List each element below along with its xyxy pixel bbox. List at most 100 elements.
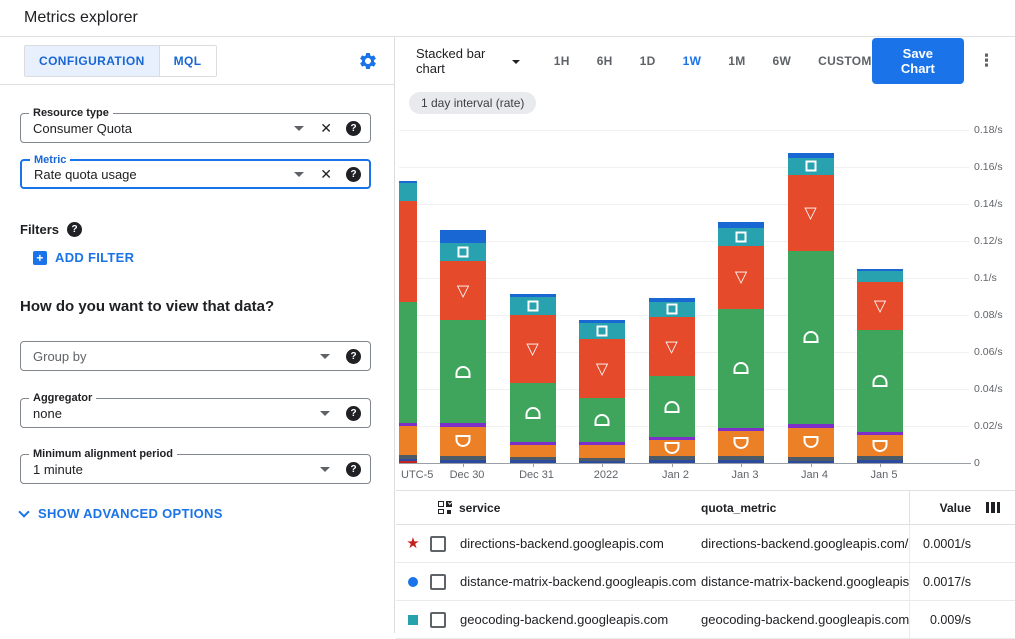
- table-row[interactable]: geocoding-backend.googleapis.comgeocodin…: [396, 601, 1015, 639]
- value-cell: 0.0017/s: [909, 563, 1015, 600]
- help-icon[interactable]: ?: [346, 349, 361, 364]
- x-tick-mark: [672, 463, 673, 467]
- toggle-all-series-icon[interactable]: [438, 501, 452, 515]
- chart-type-dropdown[interactable]: Stacked bar chart: [416, 46, 520, 76]
- bar-segment-slate: [579, 458, 625, 461]
- timezone-label: UTC-5: [401, 469, 433, 481]
- time-range-6w[interactable]: 6W: [773, 54, 792, 68]
- gear-icon[interactable]: [358, 51, 378, 71]
- stacked-bar-jan-2[interactable]: ▽: [649, 298, 695, 463]
- x-tick-label: Jan 4: [801, 469, 828, 481]
- stacked-bar-dec-31[interactable]: ▽: [510, 294, 556, 463]
- arch-marker-icon: [595, 414, 610, 426]
- dropdown-arrow-icon[interactable]: [294, 172, 304, 177]
- time-range-1h[interactable]: 1H: [554, 54, 570, 68]
- dropdown-arrow-icon[interactable]: [320, 354, 330, 359]
- show-advanced-options-button[interactable]: SHOW ADVANCED OPTIONS: [20, 506, 223, 521]
- resource-type-select[interactable]: Resource type Consumer Quota ✕ ?: [20, 113, 371, 143]
- dropdown-arrow-icon[interactable]: [320, 467, 330, 472]
- stacked-bar-jan-5[interactable]: ▽: [857, 269, 903, 463]
- column-settings-icon[interactable]: [986, 502, 1001, 513]
- dropdown-arrow-icon[interactable]: [294, 126, 304, 131]
- min-alignment-value: 1 minute: [33, 462, 83, 477]
- metric-select[interactable]: Metric Rate quota usage ✕ ?: [20, 159, 371, 189]
- stacked-bar-jan-4[interactable]: ▽: [788, 153, 834, 463]
- bar-segment-orange: [399, 426, 417, 454]
- help-icon[interactable]: ?: [346, 462, 361, 477]
- dropdown-arrow-icon[interactable]: [320, 411, 330, 416]
- bar-segment-purple: [857, 432, 903, 435]
- x-tick-label: Dec 31: [519, 469, 554, 481]
- table-row[interactable]: ★directions-backend.googleapis.comdirect…: [396, 525, 1015, 563]
- filters-label: Filters: [20, 222, 59, 237]
- triangle-marker-icon: ▽: [735, 269, 747, 285]
- time-range-custom[interactable]: CUSTOM: [818, 54, 872, 68]
- value-cell: 0.0001/s: [909, 525, 1015, 562]
- bar-segment-blue: [579, 320, 625, 322]
- arch-marker-icon: [525, 407, 540, 419]
- time-range-1d[interactable]: 1D: [640, 54, 656, 68]
- square-marker-icon: [458, 246, 469, 257]
- bar-segment-orange: [510, 445, 556, 456]
- service-column-header: service: [459, 501, 500, 515]
- table-row[interactable]: distance-matrix-backend.googleapis.comdi…: [396, 563, 1015, 601]
- tab-mql[interactable]: MQL: [159, 46, 216, 76]
- clear-icon[interactable]: ✕: [320, 120, 332, 136]
- x-tick-mark: [602, 463, 603, 467]
- triangle-marker-icon: ▽: [804, 205, 816, 221]
- bar-segment-teal: [399, 183, 417, 202]
- save-chart-button[interactable]: Save Chart: [872, 38, 964, 84]
- quota-metric-cell: distance-matrix-backend.googleapis.com/l: [701, 574, 909, 589]
- bar-segment-slate: [440, 456, 486, 460]
- bar-segment-teal: [857, 271, 903, 282]
- time-range-6h[interactable]: 6H: [597, 54, 613, 68]
- group-by-select[interactable]: Group by ?: [20, 341, 371, 371]
- cup-marker-icon: [734, 437, 749, 449]
- chevron-down-icon: [18, 506, 29, 517]
- triangle-marker-icon: ▽: [665, 339, 677, 355]
- time-range-1w[interactable]: 1W: [683, 54, 702, 68]
- y-tick-label: 0: [974, 457, 980, 469]
- quota-metric-cell: geocoding-backend.googleapis.com/billab: [701, 612, 909, 627]
- resource-type-value: Consumer Quota: [33, 121, 132, 136]
- tab-configuration[interactable]: CONFIGURATION: [25, 46, 159, 76]
- min-alignment-select[interactable]: Minimum alignment period 1 minute ?: [20, 454, 371, 484]
- bar-segment-purple: [718, 428, 764, 431]
- filters-section: Filters ?: [20, 222, 82, 237]
- clear-icon[interactable]: ✕: [320, 166, 332, 182]
- stacked-bar[interactable]: [399, 181, 417, 463]
- tabset: CONFIGURATION MQL: [24, 45, 217, 77]
- bar-segment-orange: [579, 445, 625, 458]
- row-checkbox[interactable]: [430, 612, 446, 628]
- bar-segment-red: ▽: [440, 261, 486, 321]
- bar-segment-green: [649, 376, 695, 436]
- row-checkbox[interactable]: [430, 536, 446, 552]
- stacked-bar-jan-3[interactable]: ▽: [718, 222, 764, 463]
- row-checkbox[interactable]: [430, 574, 446, 590]
- time-range-1m[interactable]: 1M: [728, 54, 745, 68]
- bar-segment-slate: [788, 457, 834, 460]
- aggregator-value: none: [33, 406, 62, 421]
- bar-segment-teal: [579, 323, 625, 340]
- checkbox-cell: [430, 536, 460, 552]
- page-title: Metrics explorer: [24, 9, 138, 27]
- aggregator-select[interactable]: Aggregator none ?: [20, 398, 371, 428]
- stacked-bar-2022[interactable]: ▽: [579, 320, 625, 463]
- help-icon[interactable]: ?: [346, 121, 361, 136]
- chart-panel: Stacked bar chart 1H 6H 1D 1W 1M 6W CUSTOM Sav…: [396, 37, 1015, 633]
- service-cell: geocoding-backend.googleapis.com: [460, 612, 701, 627]
- x-axis-labels: UTC-5 Dec 30Dec 312022Jan 2Jan 3Jan 4Jan…: [399, 467, 969, 483]
- stacked-bar-dec-30[interactable]: ▽: [440, 230, 486, 463]
- arch-marker-icon: [734, 362, 749, 374]
- x-axis-line: [399, 463, 971, 464]
- help-icon[interactable]: ?: [346, 167, 361, 182]
- add-filter-button[interactable]: + ADD FILTER: [33, 250, 134, 265]
- more-menu-icon[interactable]: ⋮: [978, 52, 995, 70]
- square-icon: [408, 615, 418, 625]
- help-icon[interactable]: ?: [67, 222, 82, 237]
- help-icon[interactable]: ?: [346, 406, 361, 421]
- square-marker-icon: [527, 300, 538, 311]
- bar-segment-purple: [440, 423, 486, 426]
- arch-marker-icon: [664, 401, 679, 413]
- chart-plot: ▽▽▽▽▽▽▽: [399, 130, 969, 463]
